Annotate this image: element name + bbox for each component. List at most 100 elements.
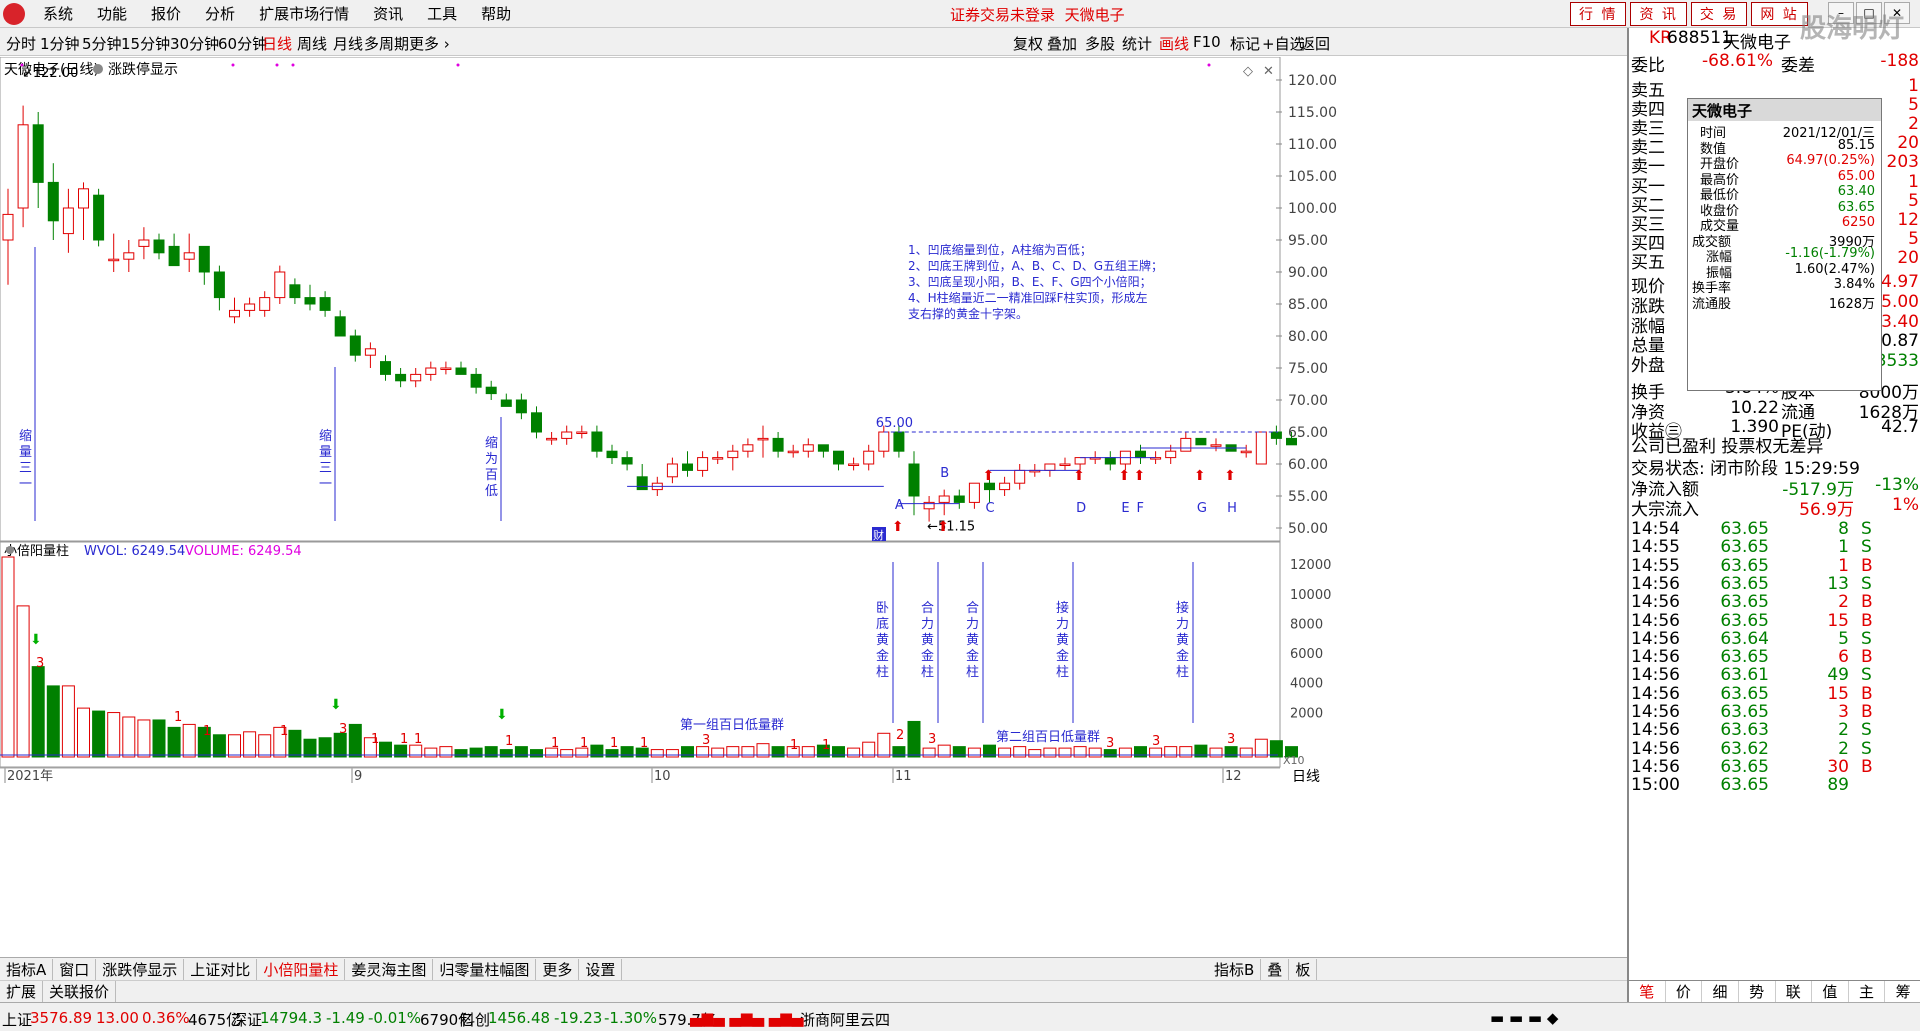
period-tab-7[interactable]: 周线 (297, 33, 327, 54)
candle-body (1210, 444, 1222, 447)
menu-item-2[interactable]: 报价 (139, 3, 193, 24)
tool-tab-6[interactable]: 标记 (1230, 33, 1260, 54)
menu-item-5[interactable]: 资讯 (361, 3, 415, 24)
quote-tab-6[interactable]: 主 (1849, 981, 1886, 1002)
volume-count-label: 3 (1106, 736, 1114, 751)
menu-item-4[interactable]: 扩展市场行情 (247, 3, 361, 24)
dropdown-icon[interactable] (6, 546, 14, 554)
up-arrow-icon: ⬆ (983, 468, 995, 484)
volume-count-label: 3 (339, 722, 347, 737)
tool-tab-8[interactable]: 返回 (1300, 33, 1330, 54)
volume-note-char: 合 (966, 601, 979, 616)
volume-count-label: 1 (400, 732, 408, 747)
period-tab-8[interactable]: 月线 (333, 33, 363, 54)
tool-tab-1[interactable]: 叠加 (1047, 33, 1077, 54)
status-item: -19.23 (554, 1009, 603, 1027)
app-logo-icon (3, 2, 25, 25)
event-dot (1207, 63, 1211, 67)
tool-tab-3[interactable]: 统计 (1122, 33, 1152, 54)
volume-note-char: 力 (921, 617, 934, 632)
popup-value: 63.40 (1837, 184, 1875, 199)
period-tab-0[interactable]: 分时 (6, 33, 36, 54)
tick-volume: 30 (1827, 756, 1849, 777)
extend-tab-1[interactable]: 关联报价 (43, 981, 117, 1002)
indicator-tab-1[interactable]: 窗口 (53, 958, 97, 980)
quote-tab-7[interactable]: 筹 (1885, 981, 1920, 1002)
menu-item-7[interactable]: 帮助 (469, 3, 523, 24)
quote-tab-3[interactable]: 势 (1739, 981, 1776, 1002)
indicator-tab-0[interactable]: 指标A (0, 958, 54, 980)
period-tab-1[interactable]: 1分钟 (40, 33, 80, 54)
tool-tab-2[interactable]: 多股 (1085, 33, 1115, 54)
tool-tab-0[interactable]: 复权 (1013, 33, 1043, 54)
price-label: 70.00 (1288, 393, 1328, 409)
menu-item-0[interactable]: 系统 (31, 3, 85, 24)
volume-bar (212, 734, 226, 758)
volume-axis-label: 4000 (1290, 677, 1323, 692)
quote-tab-2[interactable]: 细 (1702, 981, 1739, 1002)
volume-count-label: 1 (640, 736, 648, 751)
close-icon[interactable]: ✕ (1263, 64, 1274, 79)
candle-body (183, 252, 195, 260)
candle-body (787, 450, 799, 454)
volume-label: VOLUME: 6249.54 (185, 544, 302, 559)
volume-bar (137, 719, 151, 758)
indicator-tab-right-0[interactable]: 指标B (1208, 958, 1262, 980)
tool-tab-4[interactable]: 画线 (1159, 33, 1189, 54)
quote-tab-4[interactable]: 联 (1776, 981, 1813, 1002)
sell-volume: 1 (1908, 76, 1919, 96)
period-tab-4[interactable]: 30分钟 (170, 33, 219, 54)
kline-chart[interactable]: 120.00 115.00 110.00 105.00 100.00 95.00 90.00… (0, 56, 1627, 957)
indicator-tab-3[interactable]: 上证对比 (184, 958, 258, 980)
candle-body (62, 207, 74, 235)
period-tabbar: 分时 1分钟 5分钟 15分钟 30分钟 60分钟 日线 周线 月线 多周期 更多 › 复权 叠加 多股统… (0, 28, 1627, 56)
quote-tab-0[interactable]: 笔 (1629, 981, 1666, 1002)
quote-tab-5[interactable]: 值 (1812, 981, 1849, 1002)
menu-item-6[interactable]: 工具 (415, 3, 469, 24)
indicator-tab-7[interactable]: 更多 (536, 958, 580, 980)
tool-tab-5[interactable]: F10 (1193, 33, 1221, 51)
indicator-tab-6[interactable]: 归零量柱幅图 (433, 958, 537, 980)
top-button-1[interactable]: 资 讯 (1630, 2, 1687, 26)
period-tab-10[interactable]: 更多 › (409, 33, 450, 54)
point-label: G (1197, 501, 1207, 516)
quote-cell: -13% (1875, 475, 1919, 495)
volume-note-char: 接 (1176, 600, 1189, 616)
tool-tab-7[interactable]: +自选 (1262, 33, 1305, 54)
quote-tab-1[interactable]: 价 (1666, 981, 1703, 1002)
period-tab-6[interactable]: 日线 (262, 33, 292, 54)
price-label: 110.00 (1288, 137, 1337, 153)
quote-cell: 10.22 (1730, 397, 1779, 418)
period-tab-2[interactable]: 5分钟 (82, 33, 122, 54)
candle-body (93, 194, 105, 241)
tick-price: 63.61 (1720, 665, 1769, 686)
menu-item-1[interactable]: 功能 (85, 3, 139, 24)
top-button-0[interactable]: 行 情 (1570, 2, 1627, 26)
indicator-tab-5[interactable]: 姜灵海主图 (345, 958, 434, 980)
period-tab-5[interactable]: 60分钟 (218, 33, 267, 54)
indicator-tab-8[interactable]: 设置 (579, 958, 623, 980)
dropdown-icon[interactable] (93, 64, 103, 74)
top-button-2[interactable]: 交 易 (1690, 2, 1748, 26)
volume-axis-label: 8000 (1290, 617, 1323, 632)
chart-area[interactable]: 120.00 115.00 110.00 105.00 100.00 95.00 90.00… (0, 56, 1627, 957)
status-item: -1.49 (326, 1009, 365, 1027)
candle-body (304, 297, 316, 305)
indicator-tab-right-1[interactable]: 叠 (1261, 958, 1290, 980)
diamond-icon[interactable]: ◇ (1243, 64, 1253, 79)
candle-body (953, 495, 965, 503)
indicator-tab-right-2[interactable]: 板 (1289, 958, 1318, 980)
period-tab-3[interactable]: 15分钟 (121, 33, 170, 54)
menu-item-3[interactable]: 分析 (193, 3, 247, 24)
volume-count-label: 1 (174, 710, 182, 725)
extend-tab-0[interactable]: 扩展 (0, 981, 44, 1002)
candle-body (999, 482, 1011, 491)
indicator-tab-2[interactable]: 涨跌停显示 (96, 958, 185, 980)
price-label: 95.00 (1288, 233, 1328, 249)
candle-body (153, 239, 165, 254)
volume-axis-label: 6000 (1290, 647, 1323, 662)
indicator-tab-4[interactable]: 小倍阳量柱 (257, 958, 346, 980)
price-label: 60.00 (1288, 457, 1328, 473)
period-tab-9[interactable]: 多周期 (364, 33, 409, 54)
down-arrow-icon: ⬇ (330, 697, 342, 713)
